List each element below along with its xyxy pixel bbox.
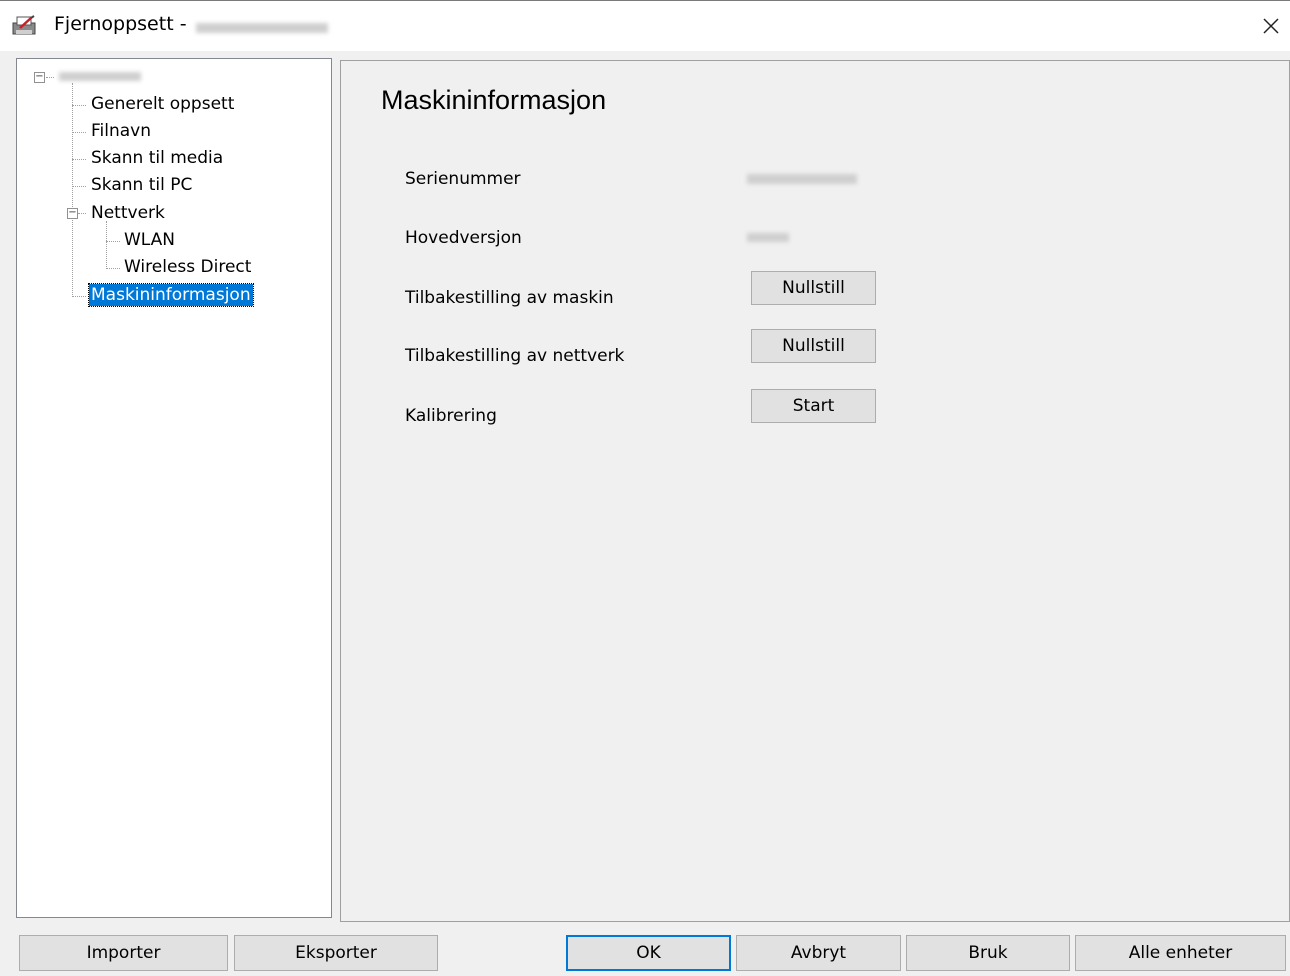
network-reset-label: Tilbakestilling av nettverk [405,346,625,366]
machine-info-panel: Maskininformasjon Serienummer Hovedversj… [340,60,1290,922]
network-reset-button[interactable]: Nullstill [751,329,876,363]
main-version-label: Hovedversjon [405,228,522,248]
tree-collapse-icon[interactable]: − [67,208,78,219]
tree-item-general-setup[interactable]: Generelt oppsett [91,93,234,115]
tree-connector [106,268,120,269]
tree-connector [46,77,54,78]
tree-connector [106,241,120,242]
export-button[interactable]: Eksporter [234,935,438,971]
remote-setup-window: Fjernoppsett - − Generelt oppsett Filnav… [0,0,1290,976]
tree-item-filename[interactable]: Filnavn [91,120,151,142]
tree-item-wlan[interactable]: WLAN [124,229,175,251]
cancel-button[interactable]: Avbryt [736,935,901,971]
tree-item-scan-to-pc[interactable]: Skann til PC [91,174,192,196]
tree-connector [78,213,86,214]
main-version-value [747,233,789,242]
import-button[interactable]: Importer [19,935,228,971]
window-title: Fjernoppsett - [54,13,187,35]
tree-item-wireless-direct[interactable]: Wireless Direct [124,256,251,278]
title-bar: Fjernoppsett - [0,0,1290,51]
tree-connector [106,221,107,269]
tree-collapse-icon[interactable]: − [34,72,45,83]
calibration-label: Kalibrering [405,406,497,426]
tree-connector [72,132,86,133]
machine-reset-label: Tilbakestilling av maskin [405,288,614,308]
apply-button[interactable]: Bruk [906,935,1070,971]
tree-item-machine-info[interactable]: Maskininformasjon [88,283,254,307]
serial-number-value [747,174,857,184]
settings-tree: − Generelt oppsett Filnavn Skann til med… [16,58,332,918]
calibration-start-button[interactable]: Start [751,389,876,423]
tree-connector [72,296,86,297]
machine-reset-button[interactable]: Nullstill [751,271,876,305]
tree-item-network[interactable]: Nettverk [91,202,165,224]
tree-item-scan-to-media[interactable]: Skann til media [91,147,223,169]
all-devices-button[interactable]: Alle enheter [1075,935,1286,971]
device-node-redacted [59,72,141,81]
page-title: Maskininformasjon [381,85,607,115]
tree-connector [72,186,86,187]
tree-connector [72,105,86,106]
serial-number-label: Serienummer [405,169,521,189]
device-name-redacted [196,23,328,33]
close-icon[interactable] [1256,11,1286,41]
tree-connector [72,159,86,160]
tree-connector [72,83,73,297]
ok-button[interactable]: OK [566,935,731,971]
printer-settings-icon [12,15,36,35]
